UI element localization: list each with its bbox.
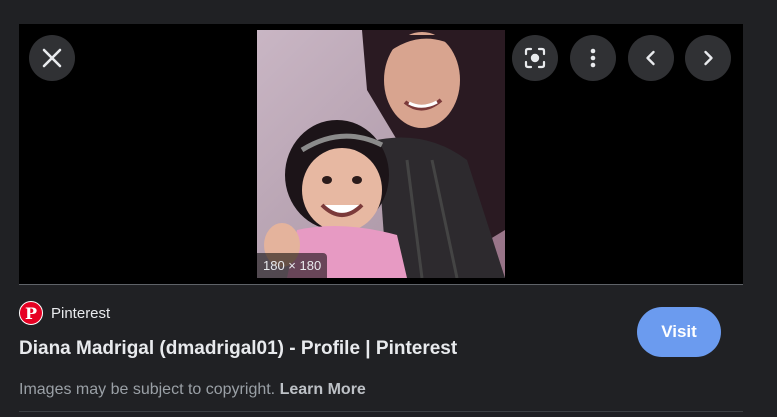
source-link[interactable]: P Pinterest <box>19 301 110 325</box>
pinterest-logo-letter: P <box>24 303 38 323</box>
copyright-text: Images may be subject to copyright. <box>19 381 280 398</box>
close-button[interactable] <box>29 35 75 81</box>
pinterest-logo-icon: P <box>19 301 43 325</box>
more-vert-icon <box>590 48 596 68</box>
source-name: Pinterest <box>51 304 111 322</box>
result-title[interactable]: Diana Madrigal (dmadrigal01) - Profile |… <box>19 338 457 360</box>
google-lens-icon <box>524 47 546 69</box>
more-options-button[interactable] <box>570 35 616 81</box>
visit-button[interactable]: Visit <box>637 307 721 357</box>
copyright-notice: Images may be subject to copyright. Lear… <box>19 381 366 399</box>
photo-art <box>257 30 505 278</box>
lens-button[interactable] <box>512 35 558 81</box>
image-viewer: 180 × 180 <box>19 24 743 284</box>
result-details: P Pinterest Diana Madrigal (dmadrigal01)… <box>19 301 743 417</box>
previous-button[interactable] <box>628 35 674 81</box>
close-icon <box>42 48 62 68</box>
preview-image[interactable]: 180 × 180 <box>257 30 505 278</box>
bottom-divider <box>19 411 743 412</box>
learn-more-link[interactable]: Learn More <box>280 381 366 398</box>
chevron-left-icon <box>646 50 655 66</box>
viewer-divider <box>19 284 743 285</box>
image-dimensions-badge: 180 × 180 <box>257 253 328 278</box>
chevron-right-icon <box>704 50 713 66</box>
next-button[interactable] <box>685 35 731 81</box>
